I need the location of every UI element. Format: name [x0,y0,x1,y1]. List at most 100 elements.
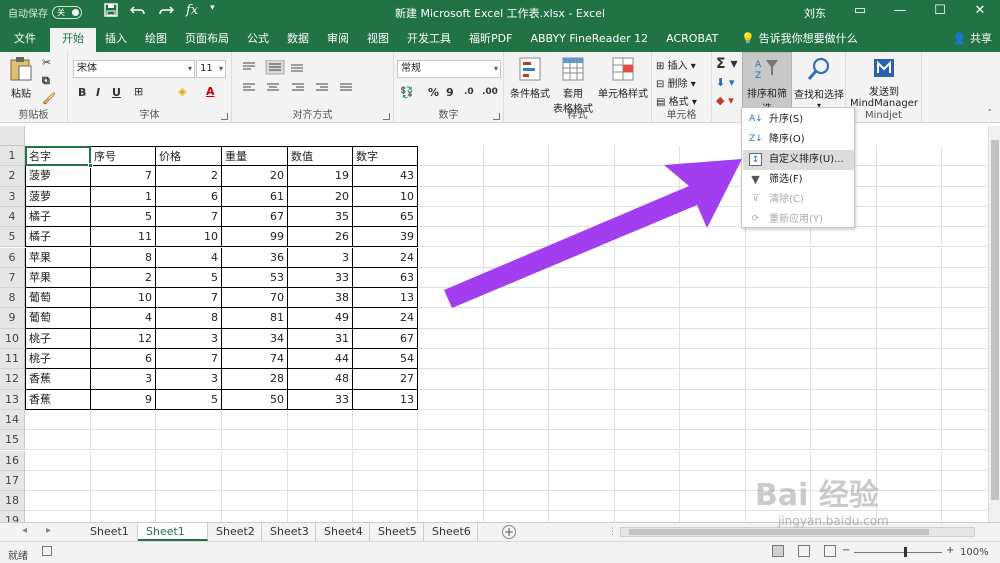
fill-handle[interactable] [88,163,93,169]
row-header[interactable]: 1 [0,146,25,167]
tab-draw[interactable]: 绘图 [136,28,176,52]
empty-cell[interactable] [942,390,988,410]
data-cell[interactable]: 31 [288,328,353,349]
empty-cell[interactable] [484,409,549,431]
row-header[interactable]: 11 [0,349,25,370]
empty-cell[interactable] [418,450,484,471]
empty-cell[interactable] [746,409,811,431]
header-cell[interactable]: 数字 [353,146,418,167]
cell-styles-button[interactable]: 单元格样式 [596,56,650,100]
empty-cell[interactable] [680,206,746,228]
empty-cell[interactable] [418,146,484,167]
normal-view-icon[interactable] [772,545,784,557]
header-cell[interactable]: 数值 [288,146,353,167]
row-header[interactable]: 15 [0,430,25,451]
data-cell[interactable]: 4 [156,247,222,268]
empty-cell[interactable] [418,308,484,329]
empty-cell[interactable] [418,166,484,187]
empty-cell[interactable] [418,288,484,309]
zoom-out-icon[interactable]: − [842,545,850,556]
header-cell[interactable]: 重量 [222,146,288,167]
empty-cell[interactable] [615,349,680,370]
horizontal-scroll-thumb[interactable] [629,529,929,535]
undo-icon[interactable] [129,3,146,21]
empty-cell[interactable] [680,328,746,349]
row-header[interactable]: 4 [0,206,25,228]
tab-abbyy[interactable]: ABBYY FineReader 12 [521,28,657,52]
format-painter-icon[interactable]: 🖌 [42,92,56,105]
vertical-scrollbar[interactable] [988,126,1000,522]
menu-item-custom-sort[interactable]: ↕ 自定义排序(U)... [743,150,854,170]
data-cell[interactable]: 81 [222,308,288,329]
empty-cell[interactable] [418,206,484,228]
empty-cell[interactable] [353,511,418,522]
borders-icon[interactable]: ⊞ [134,85,143,98]
percent-button[interactable]: % [428,86,439,99]
select-all-corner[interactable] [0,126,25,146]
empty-cell[interactable] [680,308,746,329]
empty-cell[interactable] [680,491,746,512]
send-to-mindmanager-button[interactable]: 发送到 MindManager [848,56,920,109]
empty-cell[interactable] [156,430,222,451]
empty-cell[interactable] [549,166,615,187]
empty-cell[interactable] [91,430,156,451]
empty-cell[interactable] [746,349,811,370]
empty-cell[interactable] [811,227,877,248]
macro-record-icon[interactable] [42,546,52,556]
data-cell[interactable]: 49 [288,308,353,329]
empty-cell[interactable] [811,328,877,349]
data-cell[interactable]: 43 [353,166,418,187]
empty-cell[interactable] [746,389,811,410]
empty-cell[interactable] [615,369,680,390]
empty-cell[interactable] [746,308,811,329]
empty-cell[interactable] [418,389,484,410]
empty-cell[interactable] [156,409,222,431]
empty-cell[interactable] [156,470,222,492]
data-cell[interactable]: 10 [91,288,156,309]
add-sheet-button[interactable]: + [502,525,516,539]
empty-cell[interactable] [680,227,746,248]
minimize-icon[interactable]: — [880,0,920,24]
empty-cell[interactable] [746,430,811,451]
empty-cell[interactable] [877,146,942,167]
data-cell[interactable]: 28 [222,369,288,390]
data-cell[interactable]: 20 [222,166,288,187]
empty-cell[interactable] [25,470,91,492]
tab-home[interactable]: 开始 [50,28,96,52]
empty-cell[interactable] [746,369,811,390]
data-cell[interactable]: 菠萝 [25,166,91,187]
empty-cell[interactable] [746,328,811,349]
empty-cell[interactable] [877,227,942,248]
data-cell[interactable]: 70 [222,288,288,309]
row-header[interactable]: 3 [0,186,25,207]
sheet-tab[interactable]: Sheet2 [208,523,262,541]
redo-icon[interactable] [158,3,175,21]
empty-cell[interactable] [942,471,988,492]
alignment-icons[interactable] [240,60,390,98]
empty-cell[interactable] [615,247,680,268]
data-cell[interactable]: 39 [353,227,418,248]
empty-cell[interactable] [288,491,353,512]
empty-cell[interactable] [549,470,615,492]
collapse-ribbon-icon[interactable]: ˄ [988,109,993,119]
data-cell[interactable]: 67 [353,328,418,349]
empty-cell[interactable] [877,166,942,187]
empty-cell[interactable] [942,369,988,390]
maximize-icon[interactable]: ☐ [920,0,960,24]
empty-cell[interactable] [418,328,484,349]
empty-cell[interactable] [484,288,549,309]
empty-cell[interactable] [680,369,746,390]
menu-item-sort-ascending[interactable]: A↓ 升序(S) [743,110,854,130]
row-header[interactable]: 18 [0,491,25,512]
empty-cell[interactable] [288,470,353,492]
italic-button[interactable]: I [96,86,100,99]
customize-qat-icon[interactable]: ▾ [210,3,215,21]
empty-cell[interactable] [746,227,811,248]
empty-cell[interactable] [549,267,615,289]
empty-cell[interactable] [549,409,615,431]
autosave-toggle[interactable]: 关 [52,6,82,19]
data-cell[interactable]: 5 [91,206,156,228]
data-cell[interactable]: 桃子 [25,328,91,349]
data-cell[interactable]: 50 [222,389,288,410]
empty-cell[interactable] [222,409,288,431]
